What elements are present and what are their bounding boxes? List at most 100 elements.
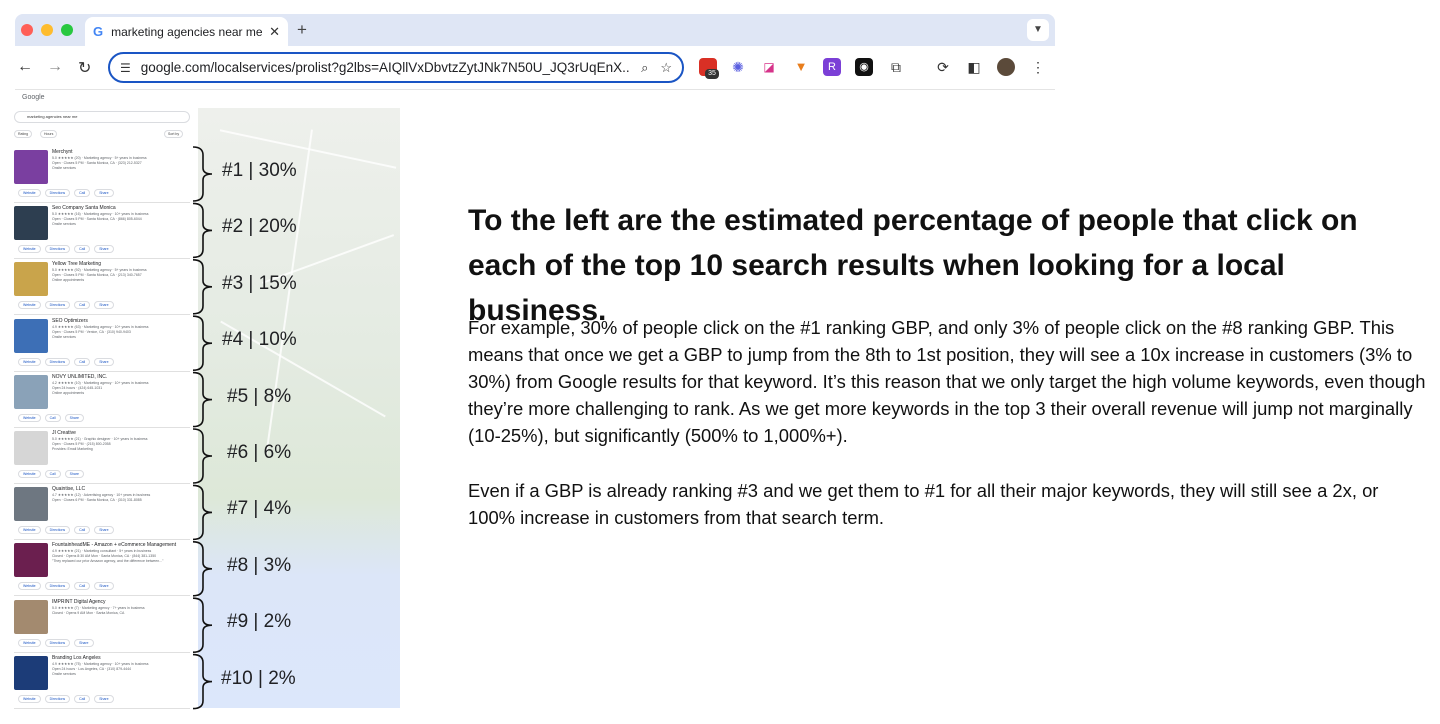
business-photo[interactable] xyxy=(14,206,48,241)
list-item[interactable]: NOVY UNLIMITED, INC. 4.2 ★★★★★ (10) · Mar… xyxy=(14,372,190,428)
business-photo[interactable] xyxy=(14,655,48,690)
call-button[interactable]: Call xyxy=(74,357,91,366)
business-photo[interactable] xyxy=(14,318,48,353)
business-photo[interactable] xyxy=(14,431,48,465)
extension-chat-icon[interactable]: ◪ xyxy=(760,58,778,76)
business-name[interactable]: SEO Optimizers xyxy=(52,318,88,324)
maximize-window-button[interactable] xyxy=(61,24,73,36)
extension-loop-icon[interactable]: ⟳ xyxy=(934,58,952,76)
sort-by-chip[interactable]: Sort by xyxy=(164,130,184,138)
profile-avatar[interactable] xyxy=(997,58,1015,76)
website-button[interactable]: Website xyxy=(18,526,41,535)
list-item[interactable]: Quaintise, LLC 4.7 ★★★★★ (12) · Advertisi… xyxy=(14,484,190,541)
share-button[interactable]: Share xyxy=(64,470,84,478)
share-button[interactable]: Share xyxy=(64,413,84,422)
share-button[interactable]: Share xyxy=(94,526,114,535)
call-button[interactable]: Call xyxy=(74,582,91,591)
list-item[interactable]: Branding Los Angeles 4.9 ★★★★★ (75) · Mar… xyxy=(14,653,190,709)
business-photo[interactable] xyxy=(14,599,48,634)
business-photo[interactable] xyxy=(14,150,48,184)
share-button[interactable]: Share xyxy=(94,582,114,591)
website-button[interactable]: Website xyxy=(18,470,41,478)
directions-button[interactable]: Directions xyxy=(44,694,71,703)
directions-button[interactable]: Directions xyxy=(44,357,71,366)
filter-hours-chip[interactable]: Hours xyxy=(40,130,58,138)
side-panel-icon[interactable]: ◧ xyxy=(965,58,983,76)
list-item[interactable]: Merchynt 5.0 ★★★★★ (20) · Marketing agenc… xyxy=(14,147,190,203)
list-item[interactable]: Seo Company Santa Monica 5.0 ★★★★★ (16) ·… xyxy=(14,203,190,260)
call-button[interactable]: Call xyxy=(74,526,91,535)
business-name[interactable]: NOVY UNLIMITED, INC. xyxy=(52,374,107,380)
business-photo[interactable] xyxy=(14,374,48,409)
business-photo[interactable] xyxy=(14,262,48,297)
zoom-icon[interactable]: ⌕ xyxy=(641,60,648,76)
filter-rating-chip[interactable]: Rating xyxy=(14,130,33,138)
business-name[interactable]: Seo Company Santa Monica xyxy=(52,205,116,211)
directions-button[interactable]: Directions xyxy=(44,301,71,310)
action-buttons: Website Directions Call Share xyxy=(18,301,114,310)
call-button[interactable]: Call xyxy=(44,470,61,478)
extensions-puzzle-icon[interactable]: ⧉ xyxy=(887,58,905,76)
business-photo[interactable] xyxy=(14,487,48,522)
website-button[interactable]: Website xyxy=(18,357,41,366)
forward-arrow-icon[interactable]: → xyxy=(47,58,63,76)
share-button[interactable]: Share xyxy=(94,245,114,254)
business-name[interactable]: FountainheadME - Amazon + eCommerce Mana… xyxy=(52,542,176,548)
directions-button[interactable]: Directions xyxy=(44,638,71,647)
website-button[interactable]: Website xyxy=(18,413,41,422)
extension-dark-icon[interactable]: ◉ xyxy=(855,58,873,76)
extension-fox-icon[interactable]: ▼ xyxy=(792,58,810,76)
business-name[interactable]: Branding Los Angeles xyxy=(52,655,101,661)
website-button[interactable]: Website xyxy=(18,189,41,197)
back-arrow-icon[interactable]: ← xyxy=(17,58,33,76)
business-extra: Onsite services xyxy=(52,334,76,339)
share-button[interactable]: Share xyxy=(94,189,114,197)
call-button[interactable]: Call xyxy=(74,189,91,197)
reload-icon[interactable]: ↻ xyxy=(78,58,91,78)
site-info-icon[interactable]: ☰ xyxy=(120,61,131,75)
close-window-button[interactable] xyxy=(21,24,33,36)
menu-kebab-icon[interactable]: ⋮ xyxy=(1029,58,1047,76)
directions-button[interactable]: Directions xyxy=(44,189,71,197)
business-name[interactable]: JI Creative xyxy=(52,430,76,436)
website-button[interactable]: Website xyxy=(18,301,41,310)
share-button[interactable]: Share xyxy=(94,301,114,310)
extension-r-icon[interactable]: R xyxy=(823,58,841,76)
extension-gear-icon[interactable]: ✺ xyxy=(729,58,747,76)
call-button[interactable]: Call xyxy=(74,245,91,254)
new-tab-icon[interactable]: + xyxy=(297,20,307,40)
list-item[interactable]: Yellow Tree Marketing 5.0 ★★★★★ (92) · Ma… xyxy=(14,259,190,316)
business-name[interactable]: IMPRINT Digital Agency xyxy=(52,599,106,605)
call-button[interactable]: Call xyxy=(74,301,91,310)
website-button[interactable]: Website xyxy=(18,694,41,703)
action-buttons: Website Directions Call Share xyxy=(18,189,114,197)
bookmark-star-icon[interactable]: ☆ xyxy=(660,60,672,76)
call-button[interactable]: Call xyxy=(44,413,61,422)
website-button[interactable]: Website xyxy=(18,245,41,254)
business-name[interactable]: Quaintise, LLC xyxy=(52,486,85,492)
minimize-window-button[interactable] xyxy=(41,24,53,36)
website-button[interactable]: Website xyxy=(18,638,41,647)
share-button[interactable]: Share xyxy=(94,694,114,703)
business-photo[interactable] xyxy=(14,543,48,578)
search-input[interactable]: marketing agencies near me xyxy=(14,111,190,123)
address-bar[interactable]: ☰ google.com/localservices/prolist?g2lbs… xyxy=(108,52,684,83)
directions-button[interactable]: Directions xyxy=(44,582,71,591)
list-item[interactable]: JI Creative 5.0 ★★★★★ (21) · Graphic desi… xyxy=(14,428,190,484)
tab-search-chevron-icon[interactable]: ▼ xyxy=(1027,19,1049,41)
directions-button[interactable]: Directions xyxy=(44,245,71,254)
business-name[interactable]: Merchynt xyxy=(52,149,73,155)
directions-button[interactable]: Directions xyxy=(44,526,71,535)
share-button[interactable]: Share xyxy=(74,638,94,647)
call-button[interactable]: Call xyxy=(74,694,91,703)
browser-tab[interactable]: G marketing agencies near me ✕ xyxy=(85,17,288,46)
close-tab-icon[interactable]: ✕ xyxy=(269,24,280,40)
business-name[interactable]: Yellow Tree Marketing xyxy=(52,261,101,267)
business-rating: 5.0 ★★★★★ (21) · Graphic designer · 10+ … xyxy=(52,437,148,441)
business-extra: Onsite services xyxy=(52,222,76,227)
list-item[interactable]: SEO Optimizers 4.9 ★★★★★ (63) · Marketing… xyxy=(14,316,190,372)
share-button[interactable]: Share xyxy=(94,357,114,366)
website-button[interactable]: Website xyxy=(18,582,41,591)
list-item[interactable]: IMPRINT Digital Agency 5.0 ★★★★★ (7) · Ma… xyxy=(14,597,190,653)
list-item[interactable]: FountainheadME - Amazon + eCommerce Mana… xyxy=(14,540,190,597)
